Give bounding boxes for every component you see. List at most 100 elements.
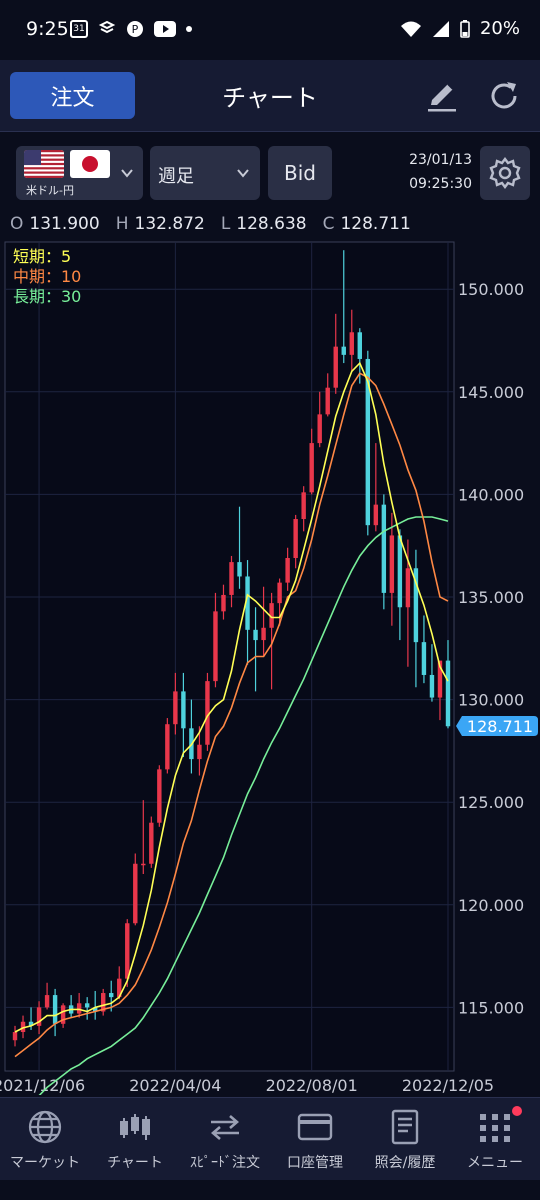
nav-label: メニュー (467, 1155, 523, 1171)
pinterest-icon: P (127, 21, 143, 37)
legend-item: 短期：5 (13, 247, 71, 266)
update-time: 09:25:30 (409, 176, 472, 192)
period-label: 週足 (158, 166, 194, 187)
candle-body (293, 519, 298, 559)
y-tick-label: 135.000 (458, 588, 524, 607)
candle-body (84, 1003, 90, 1008)
more-notifications-icon (186, 26, 192, 32)
candle-body (261, 627, 266, 641)
signal-icon (432, 20, 449, 37)
page-title: チャート (222, 84, 318, 112)
candle-body (373, 504, 379, 526)
y-tick-label: 140.000 (458, 485, 524, 504)
candle-body (333, 346, 338, 388)
candlestick-chart[interactable]: 150.000 145.000 140.000 135.000 130.000 125.0… (0, 240, 540, 1095)
candle-body (397, 535, 403, 608)
candle-body (133, 863, 138, 924)
candle-body (429, 674, 435, 698)
ohlc-open: O 131.900 (10, 214, 100, 234)
swap-arrows-icon (211, 1115, 239, 1140)
system-icons: 20% (400, 18, 520, 39)
nav-label: 照会/履歴 (374, 1155, 436, 1171)
y-tick-label: 125.000 (458, 793, 524, 812)
nav-label: 口座管理 (287, 1155, 343, 1171)
candle-body (389, 535, 395, 593)
status-bar: 9:25 31 P 20% (0, 0, 540, 60)
nav-chart[interactable]: チャート (90, 1098, 180, 1180)
nav-menu[interactable]: メニュー (450, 1098, 540, 1180)
y-tick-label: 115.000 (458, 998, 524, 1017)
candle-body (317, 414, 322, 444)
currency-pair-label: 米ドル-円 (26, 184, 74, 197)
ohlc-close: C 128.711 (322, 214, 411, 234)
candle-body (197, 744, 202, 760)
period-select[interactable]: 週足 (150, 146, 260, 200)
legend-item: 中期：10 (13, 267, 81, 286)
candle-body (325, 387, 330, 415)
x-tick-label: 2022/12/05 (402, 1076, 494, 1095)
sync-icon (98, 20, 116, 34)
order-button[interactable]: 注文 (10, 72, 135, 119)
candle-body (381, 504, 387, 593)
document-icon (391, 1109, 419, 1145)
candle-body (445, 660, 451, 727)
y-tick-label: 145.000 (458, 383, 524, 402)
bottom-navigation: マーケット チャート ｽﾋﾟｰﾄﾞ注文 口座管理 照会/履歴 メニュー (0, 1097, 540, 1180)
candle-body (213, 611, 218, 682)
refresh-icon[interactable] (486, 78, 522, 114)
candle-body (125, 923, 130, 979)
battery-level: 20% (479, 18, 520, 39)
gear-icon (489, 157, 521, 189)
candle-body (421, 642, 427, 675)
candlestick-icon (120, 1114, 150, 1140)
nav-market[interactable]: マーケット (0, 1098, 90, 1180)
grid-menu-icon (480, 1114, 510, 1142)
nav-history[interactable]: 照会/履歴 (360, 1098, 450, 1180)
bid-ask-toggle[interactable]: Bid (268, 146, 332, 200)
nav-label: マーケット (10, 1155, 80, 1171)
calendar-icon: 31 (70, 20, 88, 38)
y-tick-label: 150.000 (458, 280, 524, 299)
app-header: 注文 チャート (0, 60, 540, 132)
candle-body (157, 769, 162, 823)
candle-body (357, 332, 362, 359)
candle-body (229, 562, 234, 595)
ohlc-high: H 132.872 (115, 214, 205, 234)
candle-body (44, 995, 50, 1008)
pencil-icon[interactable] (424, 78, 460, 114)
wifi-icon (400, 21, 421, 37)
youtube-icon (154, 21, 176, 37)
nav-speed-order[interactable]: ｽﾋﾟｰﾄﾞ注文 (180, 1098, 270, 1180)
legend-item: 長期：30 (13, 287, 81, 306)
ohlc-low: L 128.638 (220, 214, 307, 234)
card-icon (297, 1113, 333, 1141)
jp-flag-icon (70, 150, 110, 178)
candle-body (181, 691, 186, 729)
candle-body (52, 995, 58, 1024)
candle-body (141, 863, 146, 866)
notification-badge (512, 1106, 522, 1116)
candle-body (253, 629, 258, 641)
chevron-down-icon (237, 169, 249, 178)
candle-body (109, 993, 114, 998)
nav-label: チャート (107, 1155, 163, 1171)
y-tick-label: 130.000 (458, 691, 524, 710)
notification-icons: 31 P (70, 20, 192, 38)
us-flag-icon (24, 150, 64, 178)
chart-canvas[interactable]: 150.000 145.000 140.000 135.000 130.000 125.0… (0, 240, 540, 1095)
x-tick-label: 2022/08/01 (266, 1076, 358, 1095)
candle-body (349, 332, 354, 355)
update-date: 23/01/13 (409, 152, 472, 168)
currency-pair-select[interactable]: 米ドル-円 (16, 146, 143, 200)
candle-body (221, 594, 226, 612)
chart-settings-button[interactable] (480, 146, 530, 200)
current-price-label: 128.711 (467, 717, 533, 736)
candle-body (149, 822, 154, 864)
candle-body (12, 1032, 18, 1041)
nav-account[interactable]: 口座管理 (270, 1098, 360, 1180)
candle-body (237, 562, 242, 577)
gesture-bar (0, 1180, 540, 1200)
candle-body (165, 724, 170, 770)
chevron-down-icon (121, 169, 133, 178)
candle-body (405, 568, 411, 608)
